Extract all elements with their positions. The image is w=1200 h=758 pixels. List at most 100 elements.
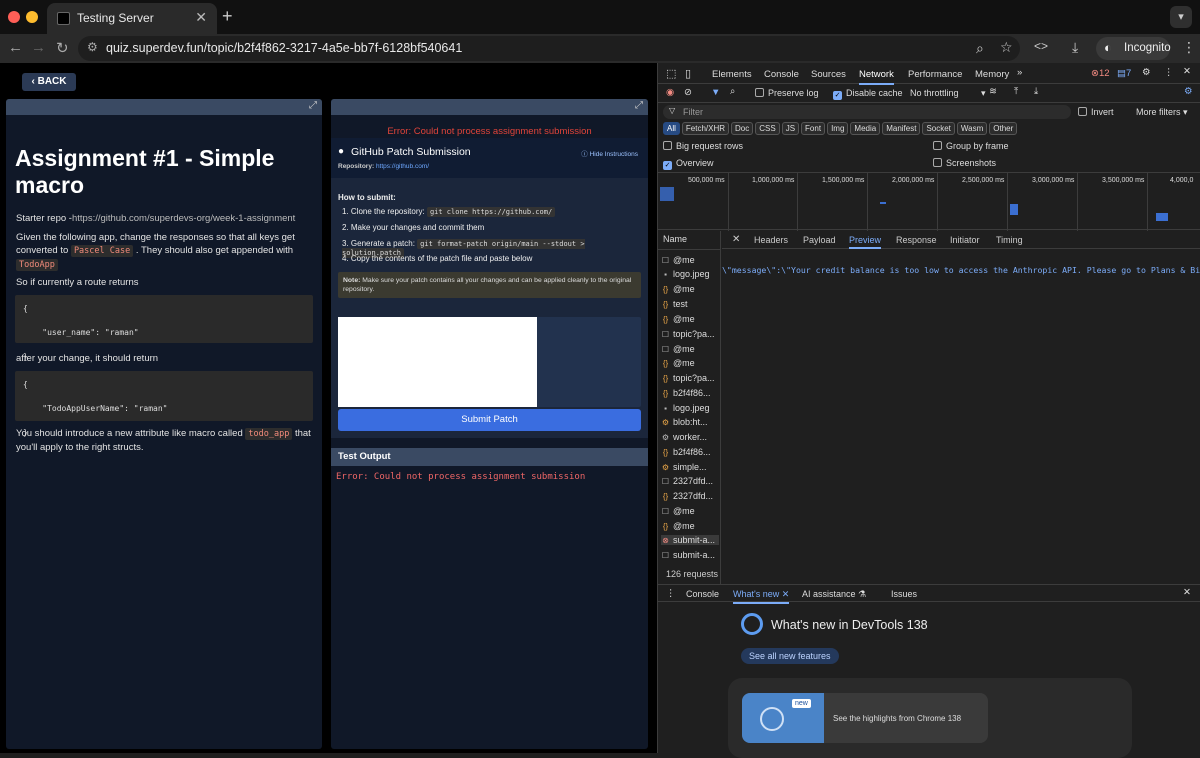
url-text[interactable]: quiz.superdev.fun/topic/b2f4f862-3217-4a… (106, 41, 462, 55)
see-all-features-button[interactable]: See all new features (741, 648, 839, 664)
submit-patch-button[interactable]: Submit Patch (338, 409, 641, 431)
request-row-selected[interactable]: ⊗ submit-a... (661, 535, 719, 545)
request-row[interactable]: {} topic?pa... (661, 373, 719, 383)
code-icon[interactable]: <> (1034, 39, 1048, 53)
network-conditions-icon[interactable]: ≋ (989, 86, 997, 97)
request-row[interactable]: {} b2f4f86... (661, 388, 719, 398)
devtools-menu-icon[interactable]: ⋮ (1164, 67, 1174, 78)
type-filter-doc[interactable]: Doc (731, 122, 754, 135)
back-button[interactable]: ‹ BACK (22, 73, 76, 91)
overview-checkbox[interactable]: ✓ Overview (663, 158, 714, 170)
repo-link[interactable]: https://github.com/ (376, 163, 429, 170)
type-filter-js[interactable]: JS (781, 122, 800, 135)
hide-instructions-button[interactable]: ⓘ Hide Instructions (581, 148, 638, 158)
more-tabs-icon[interactable]: » (1017, 67, 1022, 78)
search-icon[interactable]: ⌕ (730, 86, 735, 97)
expand-icon[interactable]: ⤢ (309, 100, 317, 111)
request-row[interactable]: ⚙ blob:ht... (661, 417, 719, 427)
request-row[interactable]: ☐ 2327dfd... (661, 476, 719, 486)
tab-network[interactable]: Network (859, 69, 894, 85)
type-filter-wasm[interactable]: Wasm (956, 122, 988, 135)
close-tab-icon[interactable]: ✕ (195, 9, 207, 26)
expand-icon[interactable]: ⤢ (635, 100, 643, 111)
starter-repo-link[interactable]: https://github.com/superdevs-org/week-1-… (72, 213, 295, 224)
close-drawer-icon[interactable]: ✕ (1183, 587, 1191, 598)
filter-icon[interactable]: ▼ (711, 87, 720, 98)
back-arrow-icon[interactable]: ← (8, 39, 23, 56)
site-info-icon[interactable]: ⚙ (87, 40, 98, 54)
tab-initiator[interactable]: Initiator (950, 235, 980, 245)
request-row[interactable]: {} 2327dfd... (661, 491, 719, 501)
request-row[interactable]: ☐ @me (661, 255, 719, 265)
big-request-rows-checkbox[interactable]: Big request rows (663, 141, 743, 151)
type-filter-manifest[interactable]: Manifest (882, 122, 921, 135)
network-settings-icon[interactable]: ⚙ (1184, 86, 1193, 97)
request-row[interactable]: {} @me (661, 521, 719, 531)
tab-sources[interactable]: Sources (811, 69, 846, 80)
browser-tab[interactable]: Testing Server ✕ (47, 3, 217, 34)
request-row[interactable]: {} @me (661, 314, 719, 324)
drawer-menu-icon[interactable]: ⋮ (666, 588, 676, 599)
patch-textarea[interactable] (338, 317, 641, 407)
close-detail-icon[interactable]: ✕ (732, 234, 740, 245)
request-row[interactable]: {} @me (661, 358, 719, 368)
type-filter-socket[interactable]: Socket (922, 122, 955, 135)
omnibox[interactable]: ⚙ quiz.superdev.fun/topic/b2f4f862-3217-… (78, 36, 1020, 61)
disable-cache-checkbox[interactable]: ✓ Disable cache (833, 88, 903, 100)
export-har-icon[interactable]: ⤓ (1034, 86, 1038, 97)
request-row[interactable]: ⚙ simple... (661, 462, 719, 472)
tab-search-chevron-icon[interactable]: ▾ (1170, 6, 1192, 28)
drawer-tab-ai-assistance[interactable]: AI assistance ⚗ (802, 589, 866, 600)
network-overview-timeline[interactable]: 500,000 ms 1,000,000 ms 1,500,000 ms 2,0… (658, 172, 1200, 231)
menu-dots-icon[interactable]: ⋮ (1182, 39, 1196, 56)
request-row[interactable]: {} test (661, 299, 719, 309)
request-row[interactable]: ▪ logo.jpeg (661, 269, 719, 279)
name-column-header[interactable]: Name (663, 234, 687, 244)
filter-input[interactable]: ▽ Filter (663, 105, 1071, 119)
minimize-window-button[interactable] (26, 11, 38, 23)
type-filter-css[interactable]: CSS (755, 122, 780, 135)
type-filter-fetch[interactable]: Fetch/XHR (681, 122, 730, 135)
type-filter-other[interactable]: Other (989, 122, 1018, 135)
close-window-button[interactable] (8, 11, 20, 23)
settings-gear-icon[interactable]: ⚙ (1142, 67, 1151, 78)
zoom-icon[interactable]: ⌕ (976, 40, 984, 57)
patch-textarea-white-area[interactable] (338, 317, 537, 407)
request-row[interactable]: ☐ @me (661, 344, 719, 354)
drawer-tab-issues[interactable]: Issues (891, 589, 917, 599)
highlights-card[interactable]: new See the highlights from Chrome 138 (728, 678, 1132, 758)
import-har-icon[interactable]: ⤒ (1014, 86, 1018, 97)
device-toolbar-icon[interactable]: ▯ (685, 67, 691, 80)
more-filters-select[interactable]: More filters ▾ (1136, 107, 1188, 118)
request-row[interactable]: ☐ topic?pa... (661, 329, 719, 339)
download-icon[interactable]: ⤓ (1072, 39, 1078, 56)
preserve-log-checkbox[interactable]: Preserve log (755, 88, 819, 98)
drawer-tab-whats-new[interactable]: What's new ✕ (733, 589, 790, 604)
type-filter-img[interactable]: Img (827, 122, 849, 135)
inspect-element-icon[interactable]: ⬚ (666, 67, 676, 80)
forward-arrow-icon[interactable]: → (31, 39, 46, 56)
reload-icon[interactable]: ↻ (56, 39, 69, 57)
tab-elements[interactable]: Elements (712, 69, 752, 80)
request-row[interactable]: ▪ logo.jpeg (661, 403, 719, 413)
type-filter-font[interactable]: Font (801, 122, 826, 135)
tab-console[interactable]: Console (764, 69, 799, 80)
request-row[interactable]: {} @me (661, 284, 719, 294)
tab-preview[interactable]: Preview (849, 235, 882, 249)
request-row[interactable]: ☐ @me (661, 506, 719, 516)
tab-memory[interactable]: Memory (975, 69, 1009, 80)
clear-icon[interactable]: ⊘ (684, 87, 692, 98)
type-filter-media[interactable]: Media (850, 122, 881, 135)
screenshots-checkbox[interactable]: Screenshots (933, 158, 996, 168)
close-devtools-icon[interactable]: ✕ (1183, 66, 1191, 77)
tab-performance[interactable]: Performance (908, 69, 962, 80)
throttling-select[interactable]: No throttling ▾ (910, 88, 986, 99)
record-icon[interactable]: ◉ (666, 87, 674, 98)
group-by-frame-checkbox[interactable]: Group by frame (933, 141, 1009, 151)
request-row[interactable]: ☐ submit-a... (661, 550, 719, 560)
bookmark-star-icon[interactable]: ☆ (1000, 39, 1013, 56)
incognito-badge[interactable]: ◐ Incognito (1096, 37, 1171, 60)
type-filter-all[interactable]: All (663, 122, 680, 135)
tab-timing[interactable]: Timing (996, 235, 1023, 245)
new-tab-icon[interactable]: + (222, 6, 233, 27)
